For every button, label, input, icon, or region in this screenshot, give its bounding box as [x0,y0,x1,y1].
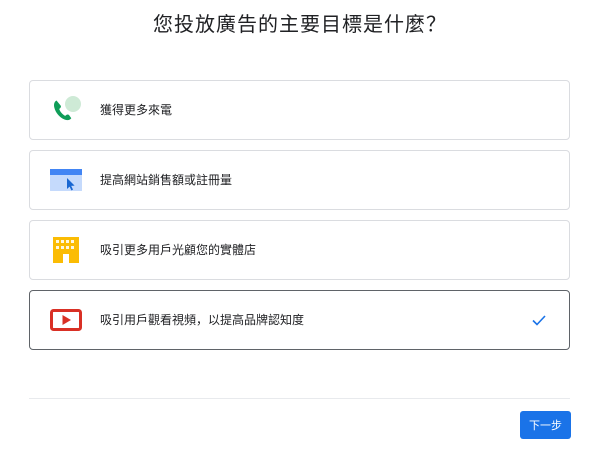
goal-option-store[interactable]: 吸引更多用戶光顧您的實體店 [29,220,570,280]
goal-option-calls[interactable]: 獲得更多來電 [29,80,570,140]
goal-option-website[interactable]: 提高網站銷售額或註冊量 [29,150,570,210]
phone-call-icon [54,96,81,121]
video-play-icon [50,309,82,331]
storefront-icon [53,237,79,263]
footer-divider [29,398,570,399]
website-click-icon [50,169,82,191]
page-title: 您投放廣告的主要目標是什麼？ [153,12,447,36]
goal-option-label: 獲得更多來電 [100,103,173,117]
goal-option-label: 吸引用戶觀看視頻，以提高品牌認知度 [100,313,305,327]
goal-option-label: 提高網站銷售額或註冊量 [100,173,233,187]
checkmark-icon [532,315,546,326]
goal-option-video[interactable]: 吸引用戶觀看視頻，以提高品牌認知度 [29,290,570,350]
next-button[interactable]: 下一步 [520,411,571,439]
goal-option-label: 吸引更多用戶光顧您的實體店 [100,243,257,257]
